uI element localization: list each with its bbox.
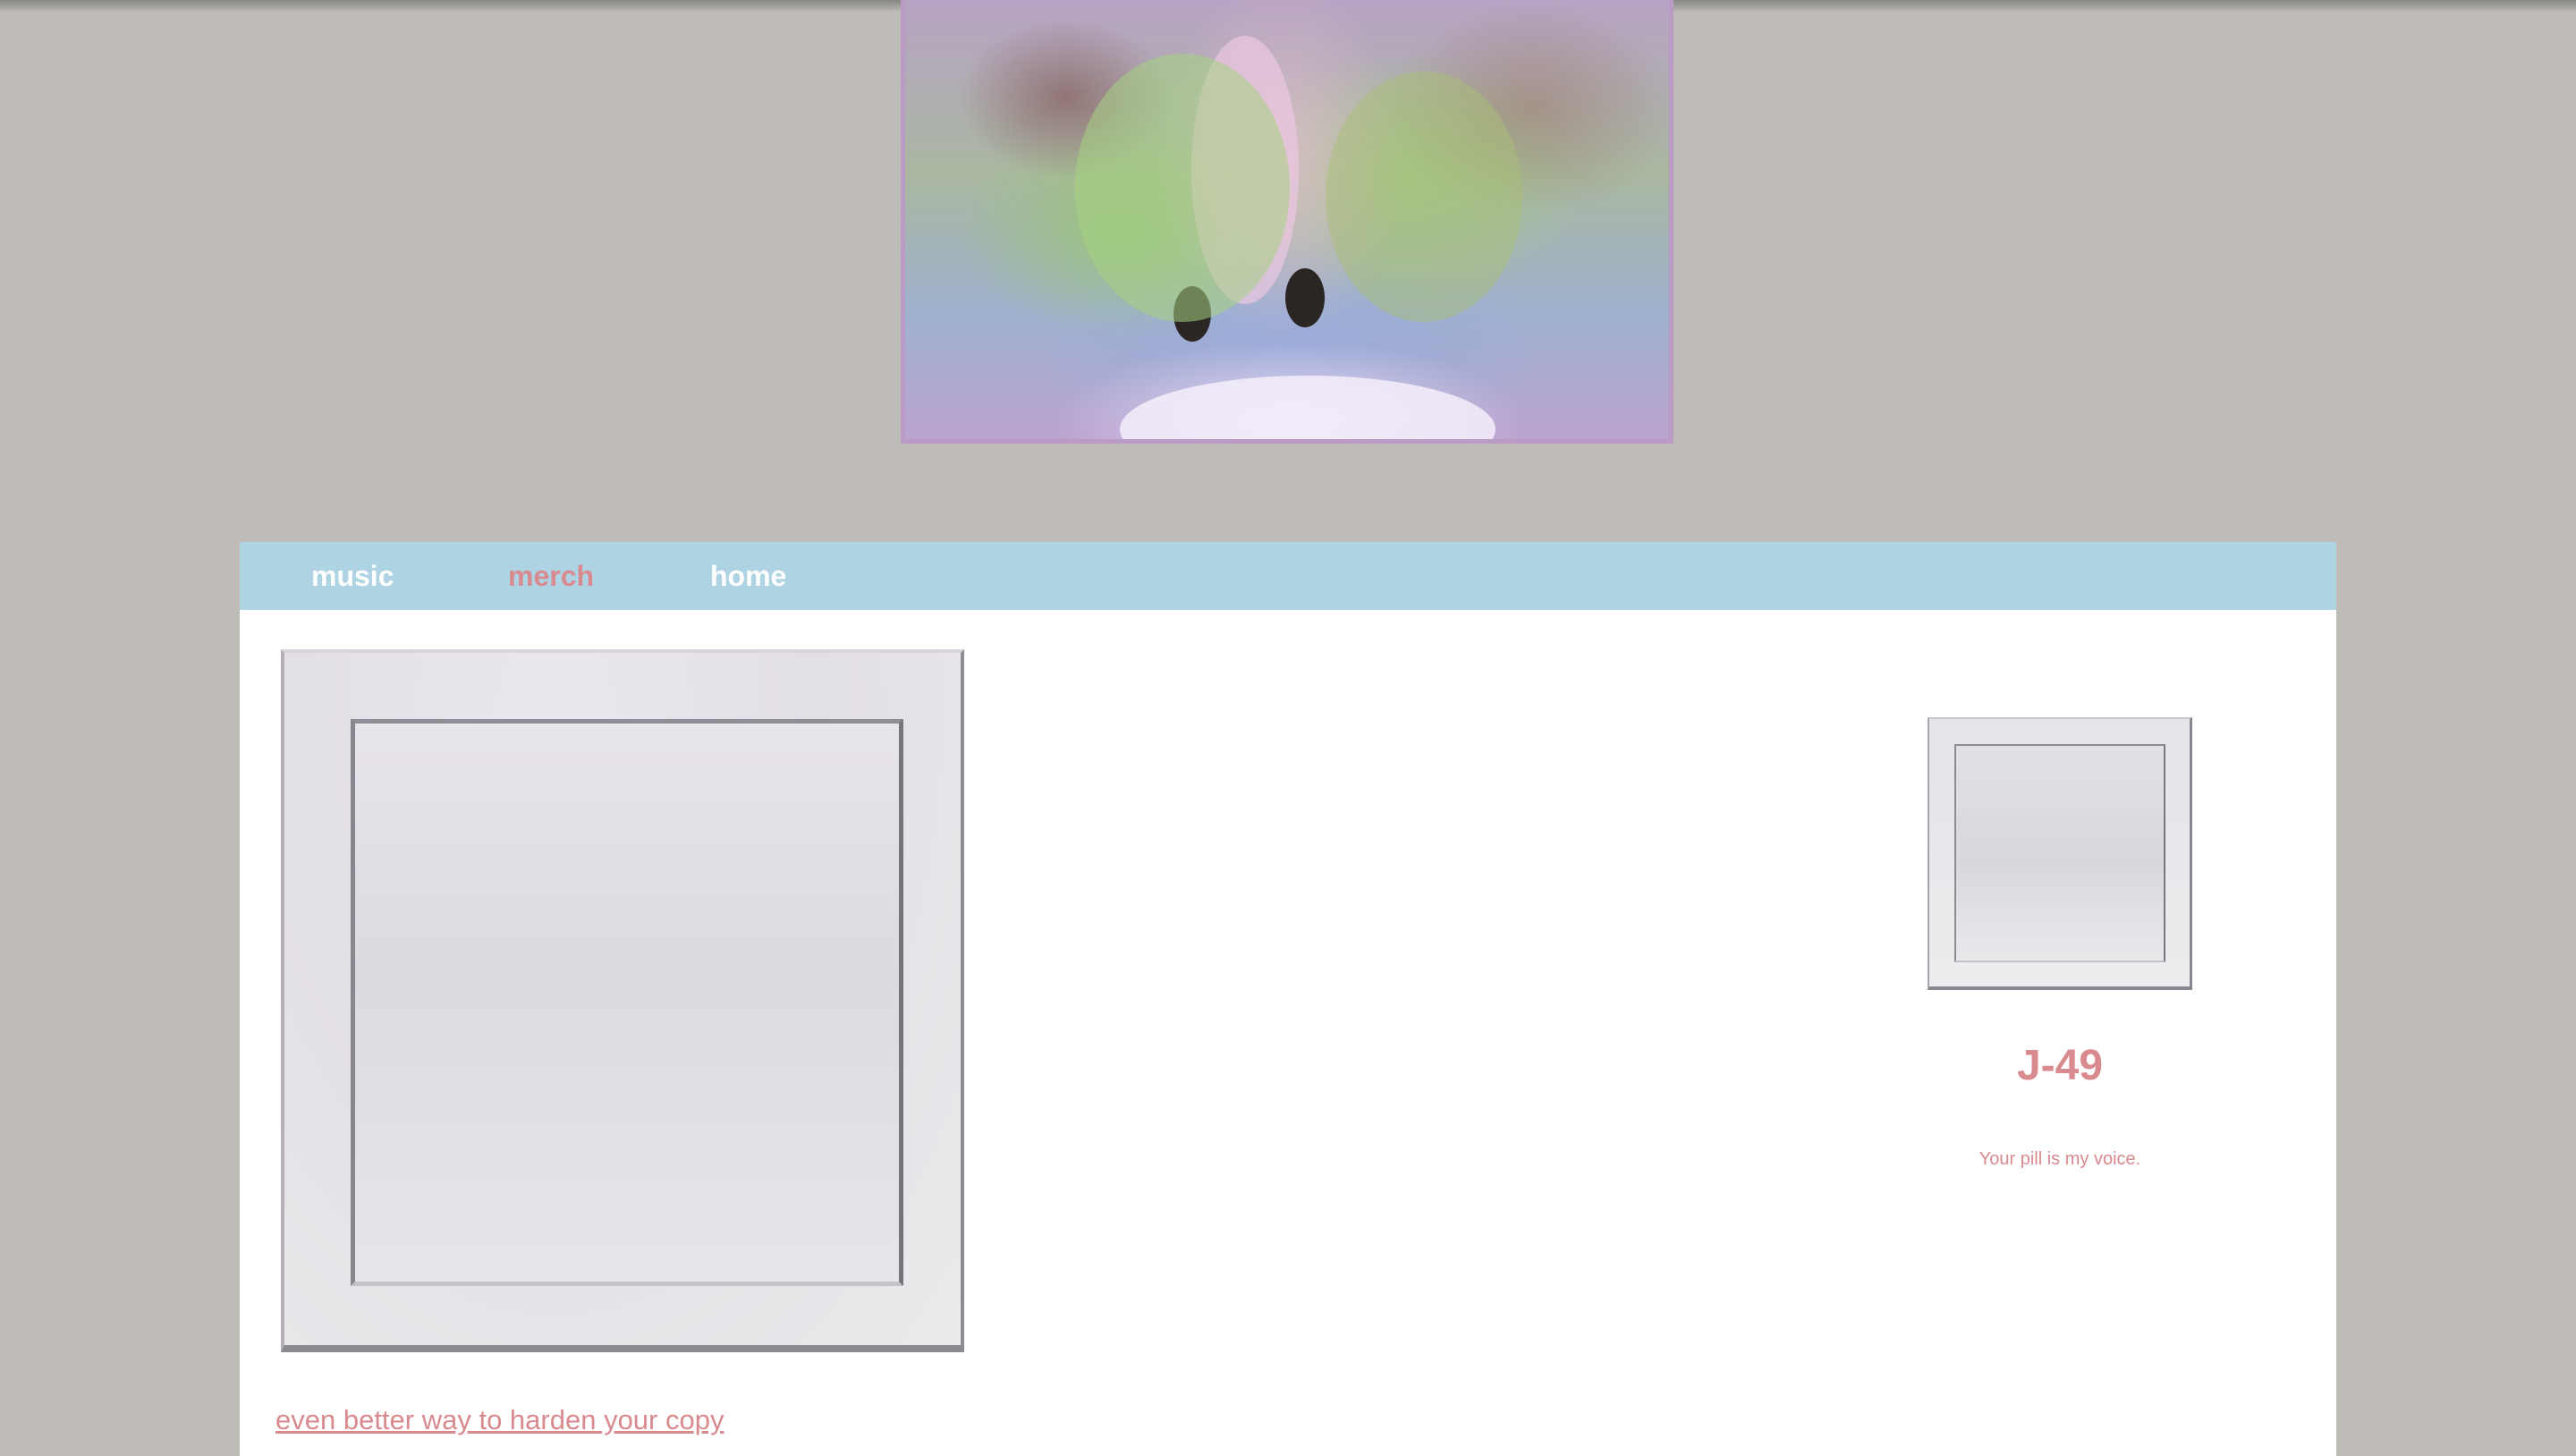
banner-figure-right-shoe xyxy=(1285,268,1325,327)
artist-tagline: Your pill is my voice. xyxy=(1979,1149,2141,1169)
artist-name-heading: J-49 xyxy=(2016,1042,2104,1089)
harden-copy-link[interactable]: even better way to harden your copy xyxy=(275,1404,724,1436)
album-cover-placeholder xyxy=(351,719,903,1286)
nav-link-home[interactable]: home xyxy=(710,542,786,610)
banner-stage-glow xyxy=(1120,376,1496,439)
nav-link-merch[interactable]: merch xyxy=(508,542,594,610)
banner-figure-sleeve xyxy=(1326,72,1522,322)
header-banner-artwork xyxy=(901,0,1674,444)
nav-link-music[interactable]: music xyxy=(311,542,394,610)
banner-figure-dress xyxy=(1075,54,1290,322)
main-navbar: music merch home xyxy=(240,542,2336,610)
artist-photo-frame xyxy=(1928,717,2192,990)
artist-photo-placeholder xyxy=(1954,744,2165,962)
album-cover-frame xyxy=(281,649,964,1352)
